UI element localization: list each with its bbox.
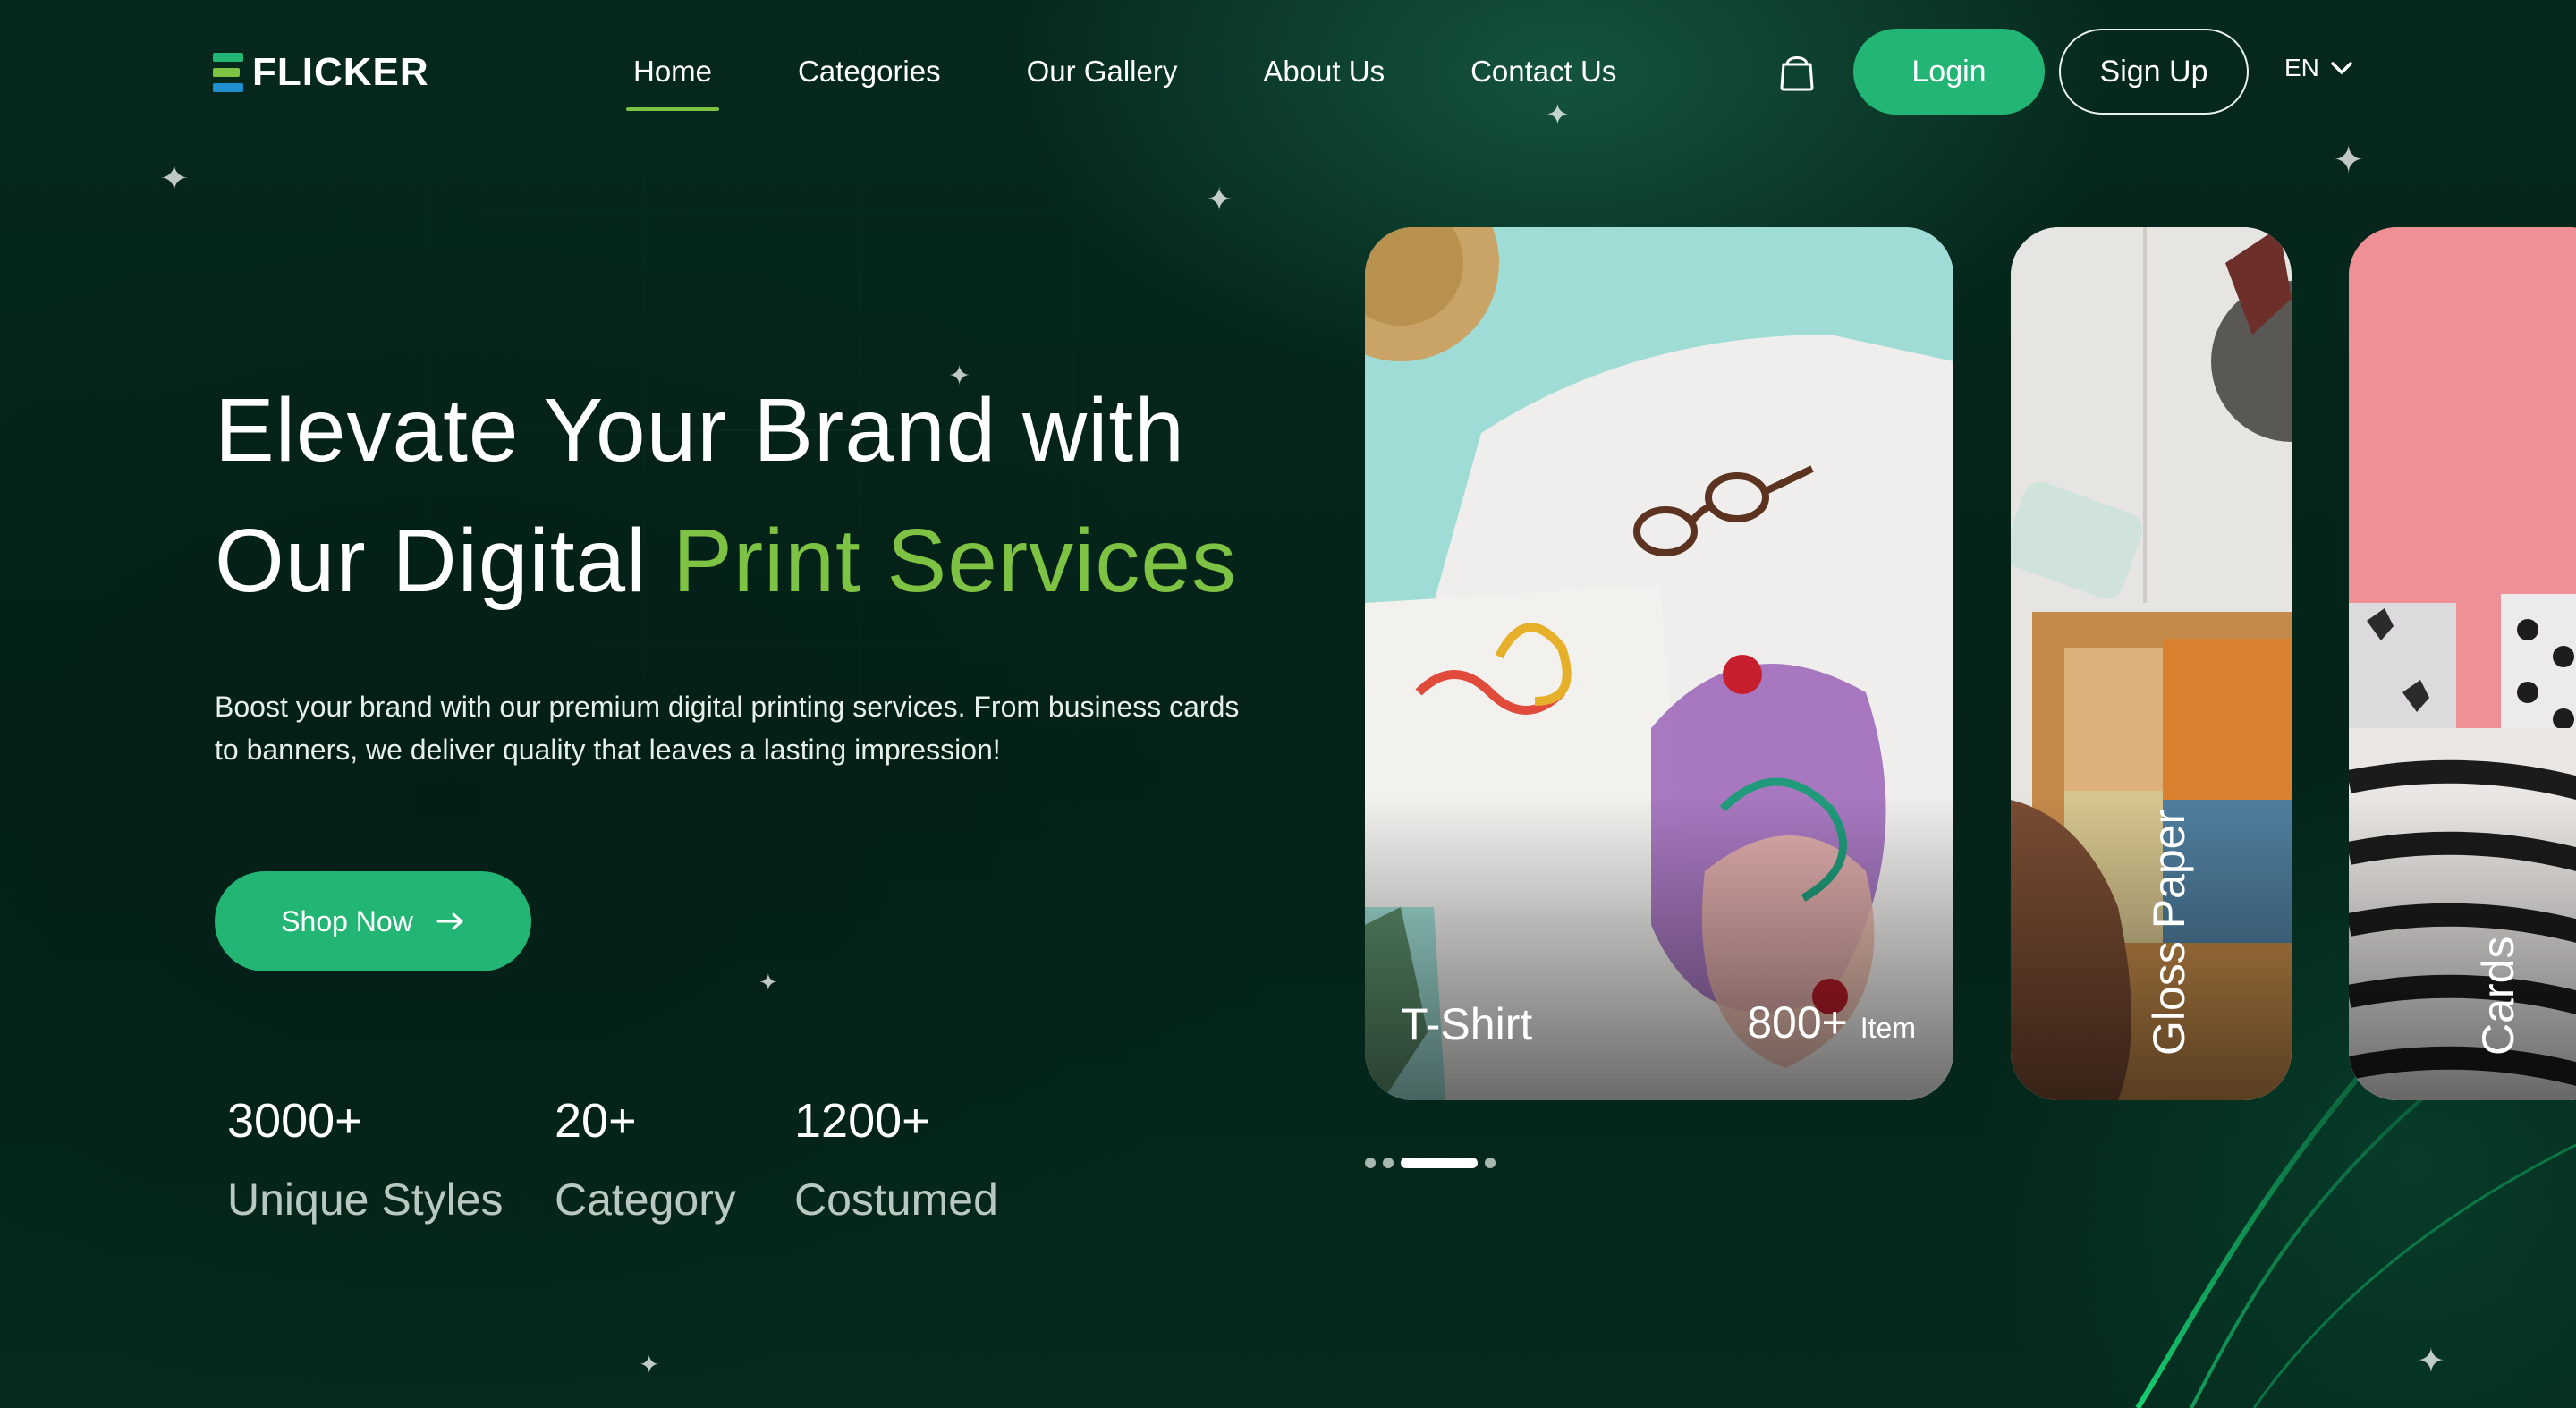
- carousel-dot[interactable]: [1365, 1158, 1376, 1168]
- shop-now-button[interactable]: Shop Now: [215, 871, 531, 971]
- card-shade: [2349, 796, 2576, 1100]
- card-count: 800+ Item: [1747, 997, 1916, 1048]
- language-label: EN: [2284, 54, 2319, 81]
- stat-label: Costumed: [794, 1175, 998, 1225]
- stat-category: 20+ Category: [555, 1093, 736, 1226]
- nav-our-gallery[interactable]: Our Gallery: [1020, 50, 1185, 93]
- chevron-down-icon: [2331, 62, 2352, 74]
- sparkle-icon: ✦: [1206, 182, 1233, 218]
- stat-value: 1200+: [794, 1094, 930, 1148]
- carousel-card-tshirt[interactable]: T-Shirt 800+ Item: [1365, 227, 1953, 1100]
- main-nav: Home Categories Our Gallery About Us Con…: [626, 50, 1695, 111]
- nav-contact-us[interactable]: Contact Us: [1463, 50, 1623, 93]
- hero-title: Elevate Your Brand with Our Digital Prin…: [215, 365, 1237, 626]
- hero-title-line2: Our Digital: [215, 511, 674, 611]
- sparkle-icon: ✦: [758, 970, 778, 997]
- language-selector[interactable]: EN: [2284, 54, 2353, 82]
- arrow-right-icon: [436, 912, 463, 930]
- hero-title-line1: Elevate Your Brand with: [215, 380, 1185, 480]
- card-count-value: 800+: [1747, 997, 1848, 1048]
- stat-value: 20+: [555, 1094, 637, 1148]
- stat-label: Category: [555, 1175, 736, 1225]
- sparkle-icon: ✦: [1546, 98, 1570, 131]
- logo-mark-icon: [213, 53, 243, 92]
- login-button[interactable]: Login: [1853, 29, 2045, 115]
- nav-categories[interactable]: Categories: [791, 50, 948, 93]
- card-title-vertical: Gloss Paper: [2144, 809, 2194, 1056]
- sparkle-icon: ✦: [159, 158, 190, 199]
- carousel-dot[interactable]: [1485, 1158, 1496, 1168]
- nav-about-us[interactable]: About Us: [1256, 50, 1392, 93]
- hero-title-accent: Print Services: [673, 511, 1238, 611]
- carousel-dot-active[interactable]: [1401, 1158, 1478, 1168]
- card-title: T-Shirt: [1401, 999, 1533, 1049]
- carousel-dot[interactable]: [1383, 1158, 1394, 1168]
- brand-logo[interactable]: FLICKER: [213, 50, 429, 95]
- stat-costumed: 1200+ Costumed: [794, 1093, 998, 1226]
- nav-home[interactable]: Home: [626, 50, 720, 111]
- stat-unique-styles: 3000+ Unique Styles: [227, 1093, 504, 1226]
- sparkle-icon: ✦: [2333, 138, 2365, 182]
- carousel-card-gloss-paper[interactable]: Gloss Paper: [2011, 227, 2292, 1100]
- card-count-unit: Item: [1860, 1012, 1916, 1044]
- sparkle-icon: ✦: [639, 1350, 660, 1379]
- stat-label: Unique Styles: [227, 1175, 504, 1225]
- card-title-vertical: Cards: [2473, 936, 2523, 1056]
- card-shade: [1365, 796, 1953, 1100]
- stat-value: 3000+: [227, 1094, 363, 1148]
- signup-button[interactable]: Sign Up: [2059, 29, 2249, 115]
- carousel-card-cards[interactable]: Cards: [2349, 227, 2576, 1100]
- shop-now-label: Shop Now: [281, 904, 413, 937]
- shopping-bag-icon[interactable]: [1778, 52, 1816, 91]
- hero-description: Boost your brand with our premium digita…: [215, 691, 1240, 766]
- carousel-pagination: [1365, 1158, 1496, 1168]
- logo-text: FLICKER: [252, 50, 429, 94]
